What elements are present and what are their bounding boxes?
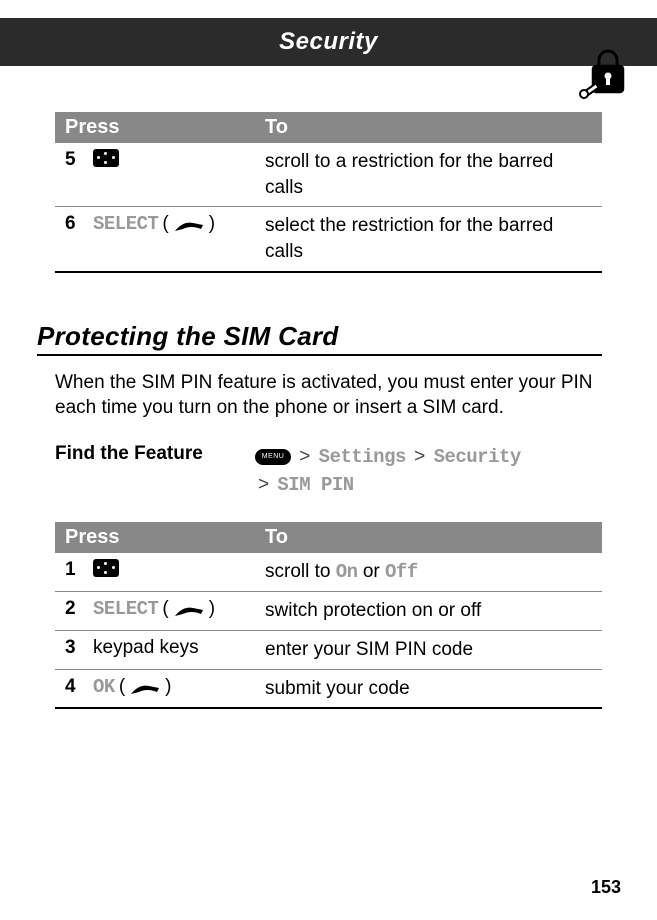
table-row: 5 scroll to a restriction for the barred… [55, 143, 602, 207]
chevron-icon: > [299, 446, 310, 467]
paren: ( [119, 676, 125, 698]
table-row: 1 scroll to On or Off [55, 553, 602, 593]
press-cell: SELECT ( ) [93, 213, 265, 235]
step-number: 4 [65, 676, 93, 698]
content-area: Press To 5 scroll to a restriction for t… [0, 112, 657, 709]
softkey-icon [173, 602, 205, 616]
table-row: 2 SELECT ( ) switch protection on or off [55, 592, 602, 631]
table-row: 3 keypad keys enter your SIM PIN code [55, 631, 602, 670]
path-simpin: SIM PIN [277, 474, 353, 496]
header-bar: Security [0, 18, 657, 66]
step-number: 5 [65, 149, 93, 171]
to-cell: submit your code [265, 676, 592, 702]
press-cell: keypad keys [93, 637, 265, 659]
table-row: 6 SELECT ( ) select the restriction for … [55, 207, 602, 272]
heading-underline [37, 354, 602, 356]
to-cell: scroll to a restriction for the barred c… [265, 149, 592, 200]
instruction-table-2: Press To 1 scroll to On or Off 2 SELECT … [55, 522, 602, 710]
press-cell: OK ( ) [93, 676, 265, 698]
softkey-icon [129, 680, 161, 694]
to-cell: switch protection on or off [265, 598, 592, 624]
paren: ) [209, 213, 215, 235]
paren: ( [162, 598, 168, 620]
option-on: On [336, 561, 358, 583]
paren: ( [162, 213, 168, 235]
to-mid: or [358, 561, 385, 582]
find-feature-label: Find the Feature [55, 443, 255, 500]
path-settings: Settings [319, 446, 406, 468]
softkey-label: SELECT [93, 598, 158, 620]
press-cell [93, 559, 265, 577]
menu-key-icon: MENU [255, 449, 291, 465]
step-number: 6 [65, 213, 93, 235]
chevron-icon: > [258, 474, 269, 495]
page-number: 153 [591, 877, 621, 898]
section-heading: Protecting the SIM Card [37, 321, 602, 352]
to-cell: select the restriction for the barred ca… [265, 213, 592, 264]
col-header-press: Press [65, 526, 265, 549]
press-cell [93, 149, 265, 167]
softkey-icon [173, 217, 205, 231]
col-header-to: To [265, 526, 592, 549]
path-security: Security [434, 446, 521, 468]
nav-key-icon [93, 149, 119, 167]
col-header-to: To [265, 116, 592, 139]
step-number: 2 [65, 598, 93, 620]
to-cell: scroll to On or Off [265, 559, 592, 586]
find-feature-row: Find the Feature MENU > Settings > Secur… [55, 443, 602, 500]
section-body: When the SIM PIN feature is activated, y… [55, 370, 602, 421]
table-header: Press To [55, 522, 602, 553]
paren: ) [209, 598, 215, 620]
step-number: 3 [65, 637, 93, 659]
table-header: Press To [55, 112, 602, 143]
lock-icon [575, 44, 629, 102]
press-cell: SELECT ( ) [93, 598, 265, 620]
step-number: 1 [65, 559, 93, 581]
paren: ) [165, 676, 171, 698]
find-feature-path: MENU > Settings > Security > SIM PIN [255, 443, 602, 500]
nav-key-icon [93, 559, 119, 577]
press-text: keypad keys [93, 637, 199, 659]
page-title: Security [279, 28, 378, 56]
instruction-table-1: Press To 5 scroll to a restriction for t… [55, 112, 602, 273]
softkey-label: OK [93, 676, 115, 698]
softkey-label: SELECT [93, 213, 158, 235]
option-off: Off [385, 561, 418, 583]
to-prefix: scroll to [265, 561, 336, 582]
to-cell: enter your SIM PIN code [265, 637, 592, 663]
table-row: 4 OK ( ) submit your code [55, 670, 602, 710]
chevron-icon: > [414, 446, 425, 467]
col-header-press: Press [65, 116, 265, 139]
